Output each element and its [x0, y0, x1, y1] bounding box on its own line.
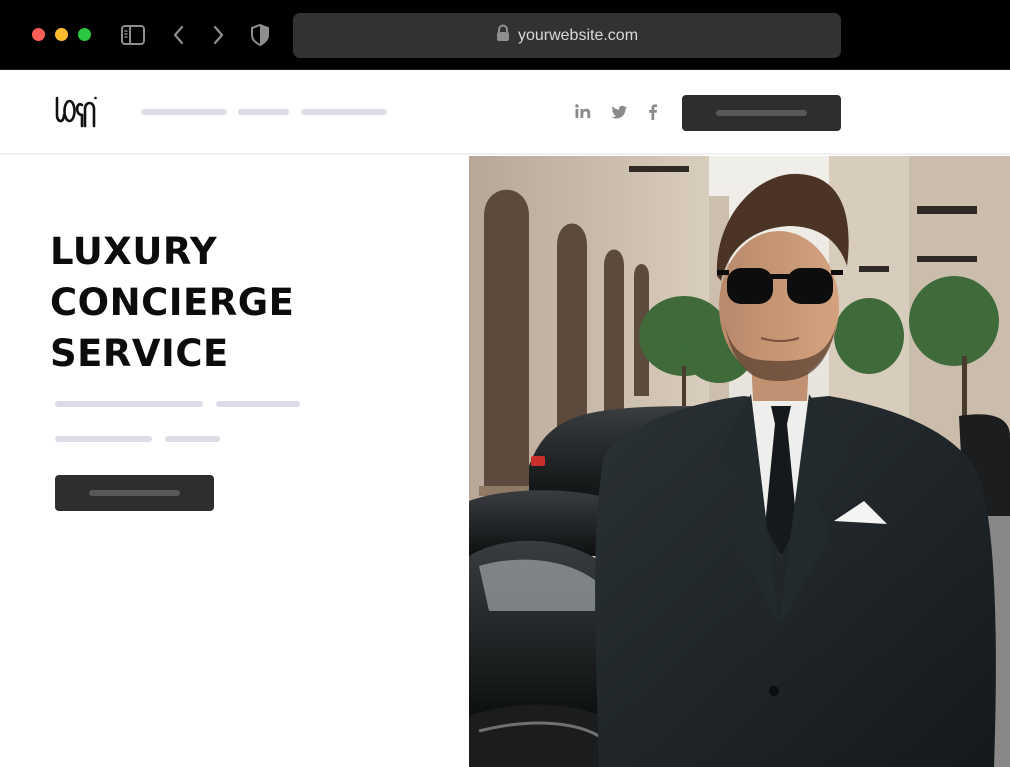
header-cta-button[interactable] — [682, 95, 841, 131]
text-placeholder-line — [55, 436, 152, 442]
site-header — [0, 70, 1010, 155]
button-label-placeholder — [716, 110, 807, 116]
brand-logo[interactable] — [54, 95, 98, 129]
facebook-icon[interactable] — [643, 102, 663, 122]
text-placeholder-line — [55, 401, 203, 407]
sidebar-toggle-icon[interactable] — [120, 22, 146, 48]
text-placeholder-line — [165, 436, 220, 442]
nav-link-placeholder[interactable] — [141, 109, 227, 115]
hero-title-line: CONCIERGE — [50, 281, 295, 324]
hero-title-line: SERVICE — [50, 332, 229, 375]
hero-cta-button[interactable] — [55, 475, 214, 511]
lock-icon — [496, 24, 510, 47]
hero-title-line: LUXURY — [50, 230, 218, 273]
linkedin-icon[interactable] — [573, 102, 593, 122]
nav-link-placeholder[interactable] — [301, 109, 387, 115]
hero-photo — [469, 156, 1010, 767]
forward-arrow-icon[interactable] — [205, 22, 231, 48]
url-text: yourwebsite.com — [517, 26, 639, 44]
maximize-window-button[interactable] — [78, 28, 91, 41]
hero-title: LUXURY CONCIERGE SERVICE — [50, 226, 294, 379]
twitter-icon[interactable] — [609, 102, 629, 122]
shield-icon[interactable] — [247, 22, 273, 48]
address-bar[interactable]: yourwebsite.com — [293, 13, 841, 58]
button-label-placeholder — [89, 490, 180, 496]
back-arrow-icon[interactable] — [166, 22, 192, 48]
close-window-button[interactable] — [32, 28, 45, 41]
nav-link-placeholder[interactable] — [238, 109, 289, 115]
browser-toolbar: yourwebsite.com — [0, 0, 1010, 70]
minimize-window-button[interactable] — [55, 28, 68, 41]
text-placeholder-line — [216, 401, 300, 407]
